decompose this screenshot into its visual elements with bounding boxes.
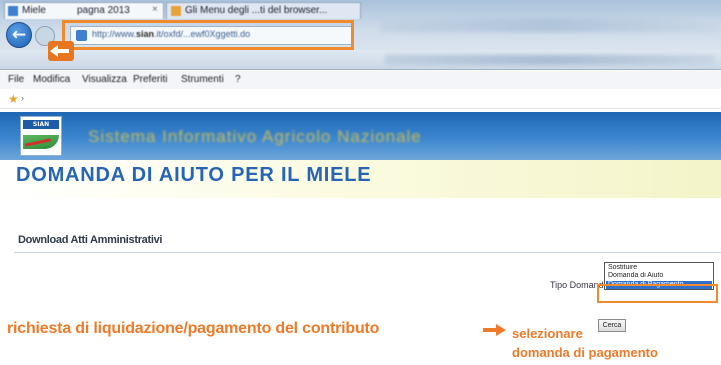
tab-close-icon[interactable]: ×	[152, 4, 158, 15]
back-button[interactable]: ←	[6, 22, 32, 48]
select-option[interactable]: Sostituire	[606, 264, 712, 272]
back-arrow-icon: ←	[11, 25, 27, 45]
tab-label-rest: pagna 2013	[77, 5, 130, 16]
cerca-button[interactable]: Cerca	[598, 319, 626, 332]
banner-title: Sistema Informativo Agricolo Nazionale	[88, 127, 422, 146]
menu-preferiti[interactable]: Preferiti	[133, 74, 167, 85]
menu-help[interactable]: ?	[235, 74, 241, 85]
menu-strumenti[interactable]: Strumenti	[181, 74, 224, 85]
menu-visualizza[interactable]: Visualizza	[82, 74, 127, 85]
annotation-main: richiesta di liquidazione/pagamento del …	[7, 320, 380, 337]
select-option[interactable]: Domanda di Aiuto	[606, 272, 712, 280]
favorites-bar: ★ ›	[0, 89, 721, 109]
annotation-select: selezionare	[512, 326, 583, 341]
toolbar-blur-area	[380, 18, 720, 32]
tab-label: Miele	[22, 5, 46, 16]
menu-bar: File Modifica Visualizza Preferiti Strum…	[0, 71, 721, 89]
star-icon[interactable]: ★	[8, 92, 19, 106]
tab-label: Gli Menu degli ...ti del browser...	[185, 5, 328, 16]
tabbar-blur-area	[385, 55, 715, 65]
section-divider	[14, 252, 721, 253]
annotation-pagamento: domanda di pagamento	[512, 345, 658, 360]
tab-favicon-icon	[171, 6, 181, 16]
favorites-arrow-icon[interactable]: ›	[21, 93, 24, 103]
page-title: DOMANDA DI AIUTO PER IL MIELE	[16, 164, 372, 186]
section-title: Download Atti Amministrativi	[18, 234, 163, 246]
sian-logo: SIAN	[20, 116, 62, 156]
tab-miele[interactable]: Miele pagna 2013 ×	[4, 2, 164, 19]
address-highlight-box	[62, 20, 354, 50]
logo-text: SIAN	[23, 120, 59, 129]
menu-file[interactable]: File	[8, 74, 24, 85]
select-highlight-box	[597, 284, 718, 303]
menu-modifica[interactable]: Modifica	[33, 74, 70, 85]
annotation-arrow-icon	[483, 324, 507, 336]
tab-second[interactable]: Gli Menu degli ...ti del browser...	[166, 2, 361, 19]
orange-arrow-icon	[48, 41, 74, 61]
tab-favicon-icon	[8, 6, 18, 16]
